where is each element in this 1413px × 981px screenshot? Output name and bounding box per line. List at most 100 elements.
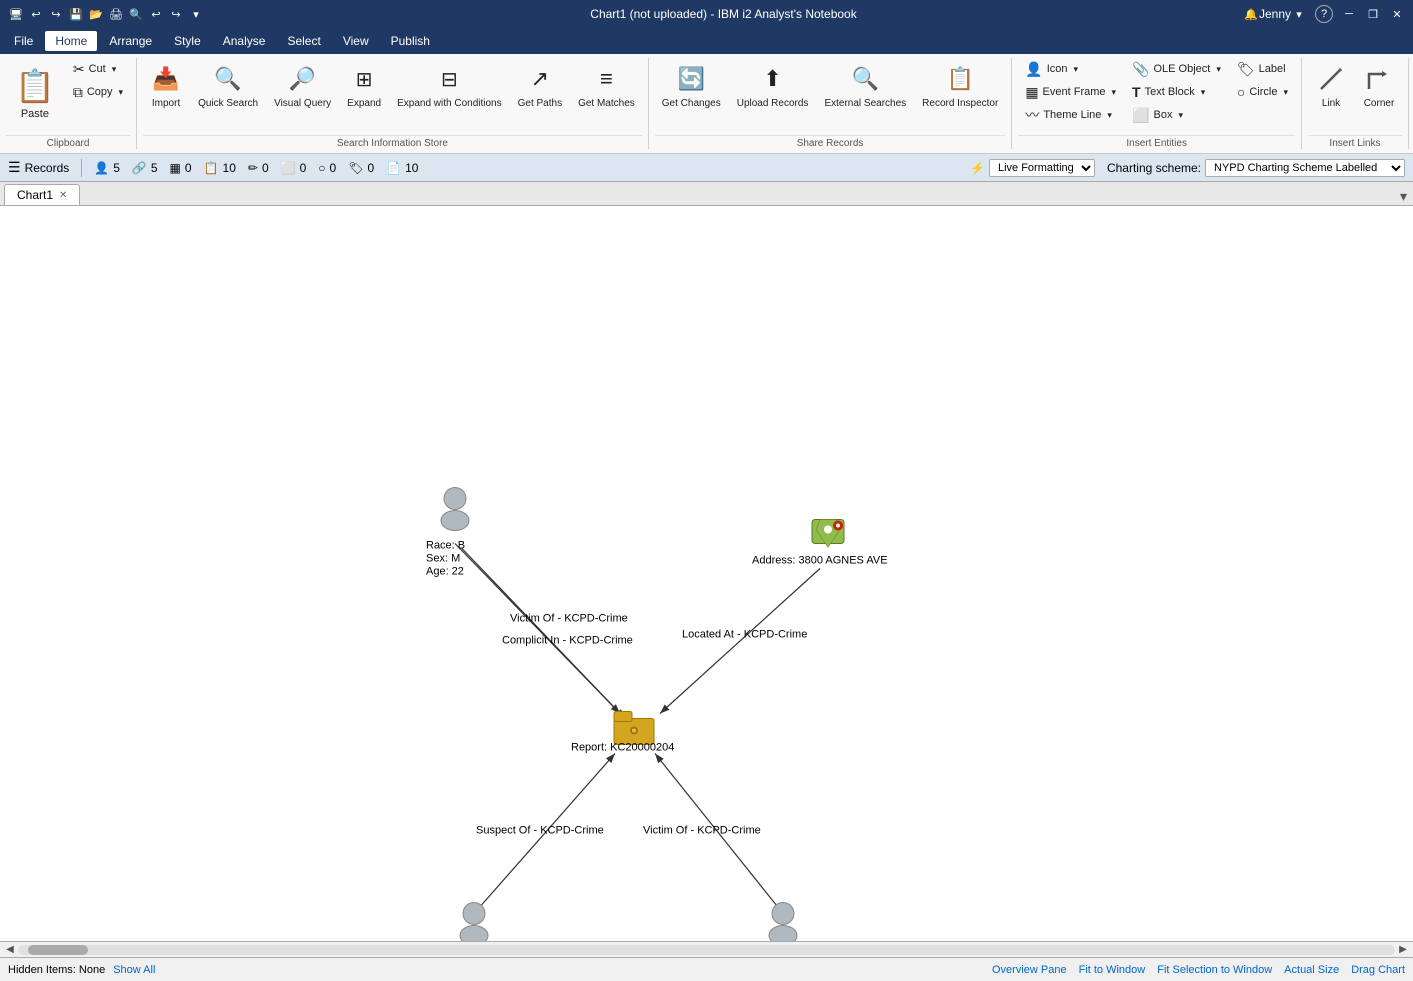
quick-search-icon: 🔍 [212,63,244,95]
expand-button[interactable]: ⊞ Expand [340,58,388,128]
scroll-left-arrow[interactable]: ◀ [2,942,18,958]
more-icon[interactable]: ▾ [188,6,204,22]
menu-analyse[interactable]: Analyse [213,31,276,51]
node-person3[interactable] [769,903,797,942]
box-button[interactable]: ⬜ Box ▾ [1125,104,1228,126]
get-matches-icon: ≡ [590,63,622,95]
upload-records-button[interactable]: ⬆ Upload Records [730,58,816,128]
copy-button[interactable]: ⧉ Copy ▾ [66,81,130,103]
close-icon[interactable]: ✕ [1389,6,1405,22]
minimize-icon[interactable]: ─ [1341,6,1357,22]
scroll-right-arrow[interactable]: ▶ [1395,942,1411,958]
ole-dropdown[interactable]: ▾ [1216,64,1221,75]
text-block-button[interactable]: T Text Block ▾ [1125,81,1228,103]
chart-canvas[interactable]: Victim Of - KCPD-Crime Complicit In - KC… [0,206,1413,941]
redo-icon[interactable]: ↪ [48,6,64,22]
record-inspector-button[interactable]: 📋 Record Inspector [915,58,1005,128]
cut-button[interactable]: ✂ Cut ▾ [66,58,130,80]
menu-file[interactable]: File [4,31,43,51]
theme-line-button[interactable]: 〰 Theme Line ▾ [1018,104,1123,126]
open-icon[interactable]: 📂 [88,6,104,22]
cut-label: Cut [89,63,106,75]
menu-bar: File Home Arrange Style Analyse Select V… [0,28,1413,54]
ribbon-group-clipboard: 📋 Paste ✂ Cut ▾ ⧉ Copy ▾ Clipboard [0,58,137,149]
toolbar-sep1 [81,159,82,177]
quick-search-button[interactable]: 🔍 Quick Search [191,58,265,128]
cut-dropdown[interactable]: ▾ [112,64,117,75]
label-button[interactable]: 🏷 Label [1230,58,1295,80]
get-changes-button[interactable]: 🔄 Get Changes [655,58,728,128]
redo2-icon[interactable]: ↪ [168,6,184,22]
node-person1[interactable] [441,488,469,531]
event-frame-button[interactable]: ▦ Event Frame ▾ [1018,81,1123,103]
charting-scheme-select[interactable]: NYPD Charting Scheme Labelled [1205,159,1405,177]
title-bar-left: 🖥 ↩ ↪ 💾 📂 🖨 🔍 ↩ ↪ ▾ [8,6,204,22]
help-icon[interactable]: ? [1315,5,1333,23]
visual-query-button[interactable]: 🔎 Visual Query [267,58,338,128]
status-right: Overview Pane Fit to Window Fit Selectio… [992,964,1405,976]
menu-select[interactable]: Select [277,31,330,51]
node-report[interactable] [614,712,654,745]
actual-size-link[interactable]: Actual Size [1284,964,1339,976]
node-report-label: Report: KC20000204 [571,742,674,754]
undo-icon[interactable]: ↩ [28,6,44,22]
entities-col1: 👤 Icon ▾ ▦ Event Frame ▾ 〰 Theme Line ▾ [1018,58,1123,126]
ribbon-group-entities: 👤 Icon ▾ ▦ Event Frame ▾ 〰 Theme Line ▾ … [1012,58,1302,149]
get-paths-button[interactable]: ↗ Get Paths [511,58,569,128]
import-button[interactable]: 📥 Import [143,58,189,128]
scroll-track[interactable] [18,945,1395,955]
external-searches-button[interactable]: 🔍 External Searches [817,58,913,128]
live-formatting-select[interactable]: Live Formatting [989,159,1095,177]
copy-dropdown[interactable]: ▾ [119,87,124,98]
h-scrollbar[interactable]: ◀ ▶ [0,941,1413,957]
circle-label: Circle [1249,86,1277,98]
node-person2[interactable] [460,903,488,942]
save-icon[interactable]: 💾 [68,6,84,22]
get-matches-button[interactable]: ≡ Get Matches [571,58,642,128]
text-block-dropdown[interactable]: ▾ [1201,87,1206,98]
circle-button[interactable]: ○ Circle ▾ [1230,81,1295,103]
cut-copy-col: ✂ Cut ▾ ⧉ Copy ▾ [66,58,130,103]
fit-selection-link[interactable]: Fit Selection to Window [1157,964,1272,976]
tab-dropdown[interactable]: ▾ [1394,188,1413,205]
print-icon[interactable]: 🖨 [108,6,124,22]
theme-line-dropdown[interactable]: ▾ [1107,110,1112,121]
val-count1: 5 [113,161,120,175]
val-count8: 0 [367,161,374,175]
node-address[interactable] [812,520,844,548]
chart-tab[interactable]: Chart1 ✕ [4,184,80,205]
ole-object-button[interactable]: 📎 OLE Object ▾ [1125,58,1228,80]
event-frame-icon: ▦ [1025,84,1038,101]
event-frame-dropdown[interactable]: ▾ [1112,87,1117,98]
paste-button[interactable]: 📋 Paste [6,58,64,128]
menu-publish[interactable]: Publish [381,31,440,51]
chart-tab-close[interactable]: ✕ [59,190,67,201]
circle-dropdown[interactable]: ▾ [1283,87,1288,98]
user-dropdown-icon[interactable]: ▾ [1291,6,1307,22]
links-buttons: Link Corner [1308,58,1402,133]
expand-conditions-button[interactable]: ⊟ Expand with Conditions [390,58,509,128]
menu-view[interactable]: View [333,31,379,51]
restore-icon[interactable]: ❐ [1365,6,1381,22]
link-button[interactable]: Link [1308,58,1354,128]
ribbon-group-palettes: 🎨 Insert from Palette 👤 User ▾ ⚡ Dynamic… [1409,58,1413,149]
bell-icon[interactable]: 🔔 [1243,6,1259,22]
ribbon-group-share: 🔄 Get Changes ⬆ Upload Records 🔍 Externa… [649,58,1013,149]
fit-to-window-link[interactable]: Fit to Window [1079,964,1146,976]
menu-style[interactable]: Style [164,31,211,51]
icon-button[interactable]: 👤 Icon ▾ [1018,58,1123,80]
menu-home[interactable]: Home [45,31,97,51]
link-label-suspect: Suspect Of - KCPD-Crime [476,825,604,837]
corner-button[interactable]: Corner [1356,58,1402,128]
icon-dropdown[interactable]: ▾ [1074,64,1079,75]
undo2-icon[interactable]: ↩ [148,6,164,22]
menu-arrange[interactable]: Arrange [99,31,162,51]
drag-chart-link[interactable]: Drag Chart [1351,964,1405,976]
scroll-thumb[interactable] [28,945,88,955]
box-dropdown[interactable]: ▾ [1178,110,1183,121]
link-icon [1315,63,1347,95]
find-icon[interactable]: 🔍 [128,6,144,22]
overview-pane-link[interactable]: Overview Pane [992,964,1067,976]
corner-label: Corner [1364,98,1395,110]
show-all-link[interactable]: Show All [113,964,155,976]
